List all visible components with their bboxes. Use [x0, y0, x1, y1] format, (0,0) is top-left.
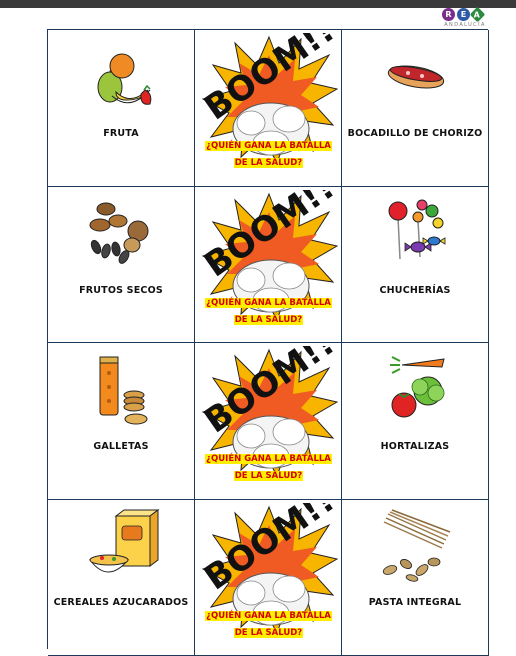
card-fruta: FRUTA [48, 30, 195, 187]
logo-letter: E [457, 8, 470, 21]
logo-letter: R [442, 8, 455, 21]
card-label: GALLETAS [48, 441, 194, 452]
card-label: CHUCHERÍAS [342, 285, 488, 296]
card-bocadillo: BOCADILLO DE CHORIZO [342, 30, 489, 187]
logo-letter: A [471, 9, 482, 22]
card-grid: FRUTA BOOM!! ¿QUIÉN GANA LA BATALLADE LA… [47, 29, 488, 649]
boom-card: BOOM!! ¿QUIÉN GANA LA BATALLADE LA SALUD… [195, 187, 342, 344]
rea-andalucia-logo: R E A ANDALUCÍA [440, 8, 490, 30]
boom-caption: DE LA SALUD? [234, 471, 303, 481]
card-label: HORTALIZAS [342, 441, 488, 452]
boom-caption: ¿QUIÉN GANA LA BATALLA [205, 611, 332, 621]
boom-caption: DE LA SALUD? [234, 158, 303, 168]
vegetables-icon [342, 343, 489, 433]
boom-card: BOOM!! ¿QUIÉN GANA LA BATALLADE LA SALUD… [195, 500, 342, 656]
card-frutos-secos: FRUTOS SECOS [48, 187, 195, 344]
card-label: BOCADILLO DE CHORIZO [342, 128, 488, 139]
top-bar [0, 0, 516, 8]
card-chucherias: CHUCHERÍAS [342, 187, 489, 344]
nuts-icon [48, 187, 195, 277]
boom-card: BOOM!! ¿QUIÉN GANA LA BATALLADE LA SALUD… [195, 343, 342, 500]
fruit-icon [48, 30, 195, 120]
boom-caption: DE LA SALUD? [234, 315, 303, 325]
logo-subtitle: ANDALUCÍA [440, 22, 490, 28]
cookies-icon [48, 343, 195, 433]
card-pasta-integral: PASTA INTEGRAL [342, 500, 489, 656]
cereal-icon [48, 500, 195, 590]
card-galletas: GALLETAS [48, 343, 195, 500]
boom-caption: ¿QUIÉN GANA LA BATALLA [205, 141, 332, 151]
sandwich-icon [342, 30, 489, 120]
boom-caption: ¿QUIÉN GANA LA BATALLA [205, 454, 332, 464]
boom-caption: DE LA SALUD? [234, 628, 303, 638]
boom-caption: ¿QUIÉN GANA LA BATALLA [205, 298, 332, 308]
card-cereales: CEREALES AZUCARADOS [48, 500, 195, 656]
boom-card: BOOM!! ¿QUIÉN GANA LA BATALLADE LA SALUD… [195, 30, 342, 187]
candy-icon [342, 187, 489, 277]
card-label: FRUTA [48, 128, 194, 139]
card-label: FRUTOS SECOS [48, 285, 194, 296]
card-label: PASTA INTEGRAL [342, 597, 488, 608]
card-hortalizas: HORTALIZAS [342, 343, 489, 500]
pasta-icon [342, 500, 489, 590]
card-label: CEREALES AZUCARADOS [48, 597, 194, 608]
